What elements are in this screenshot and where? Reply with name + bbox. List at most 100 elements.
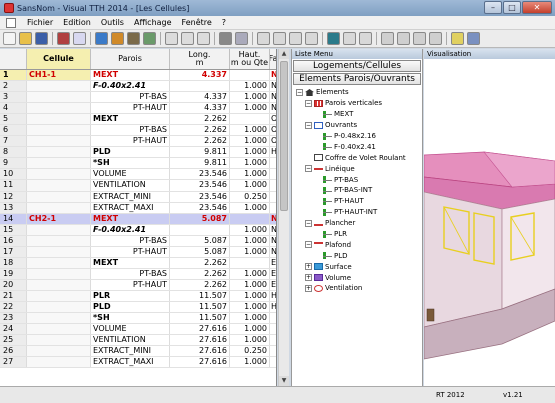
haut-cell[interactable]: 1.000 bbox=[230, 301, 270, 313]
parois-cell[interactable]: EXTRACT_MINI bbox=[91, 346, 170, 357]
fa-cell[interactable] bbox=[270, 313, 276, 323]
table-row[interactable]: 24 VOLUME 27.616 1.000 bbox=[0, 324, 276, 336]
filter-icon[interactable] bbox=[289, 32, 302, 45]
parois-cell[interactable]: F-0.40x2.41 bbox=[91, 81, 170, 92]
tree-item[interactable]: − Linéique bbox=[292, 163, 422, 174]
parois-cell[interactable]: VENTILATION bbox=[91, 335, 170, 346]
row-number-cell[interactable]: 21 bbox=[0, 290, 27, 301]
table-row[interactable]: 16 PT-BAS 5.087 1.000 N bbox=[0, 235, 276, 247]
fa-cell[interactable] bbox=[270, 180, 276, 190]
menu-fichier[interactable]: Fichier bbox=[22, 18, 58, 27]
table-row[interactable]: 21 PLR 11.507 1.000 H bbox=[0, 290, 276, 302]
calculator-icon[interactable] bbox=[327, 32, 340, 45]
row-number-cell[interactable]: 24 bbox=[0, 324, 27, 335]
collapse-icon[interactable]: − bbox=[305, 121, 312, 129]
row-number-cell[interactable]: 12 bbox=[0, 191, 27, 202]
context-help-icon[interactable] bbox=[467, 32, 480, 45]
fa-cell[interactable] bbox=[270, 357, 276, 367]
long-cell[interactable]: 5.087 bbox=[170, 235, 230, 246]
long-cell[interactable]: 27.616 bbox=[170, 335, 230, 346]
parois-cell[interactable]: PT-BAS bbox=[91, 92, 170, 103]
parois-cell[interactable]: MEXT bbox=[91, 70, 170, 81]
fa-cell[interactable]: N bbox=[270, 92, 276, 102]
cellule-cell[interactable] bbox=[27, 125, 91, 136]
long-cell[interactable]: 11.507 bbox=[170, 301, 230, 313]
row-number-cell[interactable]: 13 bbox=[0, 202, 27, 213]
haut-cell[interactable]: 1.000 bbox=[230, 81, 270, 92]
menu-fenetre[interactable]: Fenêtre bbox=[177, 18, 217, 27]
long-cell[interactable]: 27.616 bbox=[170, 346, 230, 357]
parois-cell[interactable]: PT-BAS bbox=[91, 235, 170, 246]
row-number-cell[interactable]: 11 bbox=[0, 180, 27, 191]
expand-icon[interactable]: + bbox=[305, 274, 312, 282]
row-number-cell[interactable]: 1 bbox=[0, 70, 27, 81]
menu-affichage[interactable]: Affichage bbox=[129, 18, 177, 27]
scroll-down-icon[interactable]: ▼ bbox=[279, 376, 289, 386]
find-next-icon[interactable] bbox=[235, 32, 248, 45]
zoom-out-icon[interactable] bbox=[343, 32, 356, 45]
row-number-cell[interactable]: 25 bbox=[0, 335, 27, 346]
haut-cell[interactable]: 1.000 bbox=[230, 335, 270, 346]
parois-cell[interactable]: PLD bbox=[91, 147, 170, 158]
long-cell[interactable]: 2.262 bbox=[170, 125, 230, 136]
parois-cell[interactable]: PT-BAS bbox=[91, 125, 170, 136]
cellule-cell[interactable]: CH1-1 bbox=[27, 70, 91, 81]
haut-cell[interactable]: 0.250 bbox=[230, 346, 270, 357]
table-row[interactable]: 15 F-0.40x2.41 1.000 N bbox=[0, 224, 276, 236]
tree-item[interactable]: PLR bbox=[292, 229, 422, 240]
zoom-in-icon[interactable] bbox=[359, 32, 372, 45]
fa-cell[interactable] bbox=[270, 324, 276, 334]
collapse-icon[interactable]: − bbox=[305, 99, 312, 107]
table-row[interactable]: 17 PT-HAUT 5.087 1.000 N bbox=[0, 246, 276, 258]
parois-cell[interactable]: PLD bbox=[91, 301, 170, 313]
fa-cell[interactable]: O bbox=[270, 114, 276, 124]
undo-icon[interactable] bbox=[181, 32, 194, 45]
cellule-cell[interactable] bbox=[27, 301, 91, 313]
tree-item[interactable]: − Elements bbox=[292, 87, 422, 98]
tree-item[interactable]: − Parois verticales bbox=[292, 98, 422, 109]
cellule-cell[interactable] bbox=[27, 235, 91, 246]
menu-edition[interactable]: Edition bbox=[58, 18, 96, 27]
cellule-cell[interactable] bbox=[27, 346, 91, 357]
haut-cell[interactable]: 1.000 bbox=[230, 103, 270, 114]
cellule-cell[interactable] bbox=[27, 92, 91, 103]
table-row[interactable]: 23 *SH 11.507 1.000 bbox=[0, 313, 276, 325]
table-row[interactable]: 13 EXTRACT_MAXI 23.546 1.000 bbox=[0, 202, 276, 214]
cellule-cell[interactable] bbox=[27, 202, 91, 213]
table-row[interactable]: 19 PT-BAS 2.262 1.000 E bbox=[0, 268, 276, 280]
fa-cell[interactable]: N bbox=[270, 236, 276, 246]
collapse-icon[interactable]: − bbox=[305, 219, 312, 227]
cellule-cell[interactable] bbox=[27, 114, 91, 125]
scroll-up-icon[interactable]: ▲ bbox=[279, 49, 289, 59]
row-number-cell[interactable]: 14 bbox=[0, 213, 27, 224]
close-button[interactable]: ✕ bbox=[522, 1, 552, 14]
haut-cell[interactable]: 1.000 bbox=[230, 279, 270, 290]
cellule-cell[interactable] bbox=[27, 136, 91, 147]
new-file-icon[interactable] bbox=[3, 32, 16, 45]
haut-cell[interactable]: 1.000 bbox=[230, 268, 270, 279]
table-icon[interactable] bbox=[95, 32, 108, 45]
cellule-cell[interactable] bbox=[27, 103, 91, 114]
expand-icon[interactable]: + bbox=[305, 284, 312, 292]
fa-cell[interactable] bbox=[270, 192, 276, 202]
tree-item[interactable]: − Plafond bbox=[292, 239, 422, 250]
header-fa[interactable]: Fa bbox=[270, 49, 276, 69]
row-number-cell[interactable]: 4 bbox=[0, 103, 27, 114]
report-icon[interactable] bbox=[143, 32, 156, 45]
fa-cell[interactable]: N bbox=[270, 81, 276, 91]
table-row[interactable]: 5 MEXT 2.262 O bbox=[0, 114, 276, 126]
table-scrollbar[interactable]: ▲ ▼ bbox=[278, 49, 289, 386]
row-number-cell[interactable]: 15 bbox=[0, 224, 27, 235]
long-cell[interactable]: 4.337 bbox=[170, 103, 230, 114]
row-number-cell[interactable]: 26 bbox=[0, 346, 27, 357]
parois-cell[interactable]: PT-HAUT bbox=[91, 136, 170, 147]
parois-cell[interactable]: PT-HAUT bbox=[91, 279, 170, 290]
row-number-cell[interactable]: 9 bbox=[0, 158, 27, 169]
long-cell[interactable]: 23.546 bbox=[170, 191, 230, 202]
elements-parois-ouvrants-button[interactable]: Elements Parois/Ouvrants bbox=[293, 73, 421, 85]
parois-cell[interactable]: MEXT bbox=[91, 257, 170, 268]
parois-cell[interactable]: PT-HAUT bbox=[91, 103, 170, 114]
fa-cell[interactable]: H bbox=[270, 302, 276, 312]
long-cell[interactable]: 11.507 bbox=[170, 313, 230, 324]
collapse-icon[interactable]: − bbox=[305, 241, 312, 249]
